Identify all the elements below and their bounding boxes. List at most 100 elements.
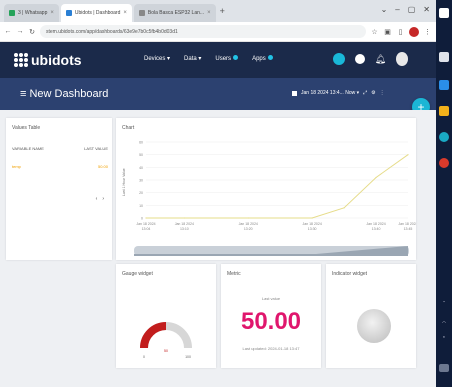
edge-browser-icon[interactable] — [439, 132, 449, 142]
tab-label: 3 | Whatsapp — [18, 10, 48, 16]
ubidots-favicon-icon — [65, 10, 72, 16]
new-tab-icon[interactable]: + — [220, 6, 225, 16]
gauge-widget[interactable]: Gauge widget 0 50 100 — [116, 264, 216, 368]
data-point — [145, 217, 147, 219]
mail-icon[interactable] — [439, 80, 449, 90]
date-range-picker[interactable]: Jan 18 2024 13:4... Now ▾ ⤢ ⚙ ⋮ — [292, 90, 385, 96]
data-point — [183, 217, 185, 219]
y-tick-label: 20 — [139, 191, 143, 195]
prev-page-icon[interactable]: ‹ — [96, 196, 98, 202]
y-tick-label: 30 — [139, 179, 143, 183]
column-last-value: LAST VALUE — [84, 146, 108, 151]
chart-widget[interactable]: Chart Last 1 Hour Value 0 10 20 30 40 50 60 Jan… — [116, 118, 416, 260]
x-tick-label: Jan 18 2024 — [136, 222, 155, 226]
close-tab-icon[interactable]: × — [50, 10, 54, 16]
url-field[interactable]: stem.ubidots.com/app/dashboards/63e9e7b0… — [40, 25, 366, 38]
menu-users[interactable]: Users — [215, 55, 239, 62]
chart-y-label: Last 1 Hour Value — [122, 168, 126, 196]
menu-data[interactable]: Data ▾ — [184, 55, 201, 62]
sidepanel-icon[interactable]: ▯ — [396, 28, 405, 36]
address-bar: ← → ↻ stem.ubidots.com/app/dashboards/63… — [0, 22, 436, 42]
whatsapp-favicon-icon — [9, 10, 15, 16]
volume-icon[interactable]: ◖ — [437, 334, 451, 339]
main-menu: Devices ▾ Data ▾ Users Apps — [144, 55, 273, 62]
browser-tab-bar: 3 | Whatsapp × Ubidots | Dashboard × Bol… — [0, 0, 436, 22]
system-tray-icon[interactable]: ⌃ — [437, 300, 451, 305]
metric-widget[interactable]: Metric Last value 50.00 Last updated: 20… — [221, 264, 321, 368]
calendar-icon — [292, 90, 297, 96]
x-tick-label: Jan 18 2024 — [303, 222, 322, 226]
top-right-icons: 🔔︎ — [332, 52, 408, 66]
x-tick-label: 13:40 — [372, 227, 381, 231]
dashboard-header: ≡ New Dashboard Jan 18 2024 13:4... Now … — [0, 78, 436, 110]
forward-arrow-icon[interactable]: → — [16, 28, 24, 35]
row-value: 50.00 — [97, 164, 108, 169]
gauge-value-label: 50 — [164, 349, 168, 353]
ubidots-logo[interactable]: ubidots — [14, 52, 82, 68]
menu-devices[interactable]: Devices ▾ — [144, 55, 170, 62]
notification-icon[interactable] — [439, 364, 449, 372]
y-tick-label: 60 — [139, 141, 143, 145]
reload-icon[interactable]: ↻ — [28, 28, 36, 36]
windows-start-icon[interactable] — [439, 8, 449, 18]
maximize-icon[interactable]: ▢ — [408, 5, 416, 14]
more-icon[interactable]: ⋮ — [380, 90, 385, 96]
users-badge — [233, 55, 239, 60]
browser-tab-whatsapp[interactable]: 3 | Whatsapp × — [4, 4, 59, 22]
next-page-icon[interactable]: › — [102, 196, 104, 202]
minimize-icon[interactable]: – — [395, 5, 399, 14]
tab-search-icon[interactable]: ⌄ — [381, 5, 388, 14]
table-row[interactable]: temp 50.00 — [12, 164, 108, 169]
menu-apps[interactable]: Apps — [252, 55, 273, 62]
file-icon[interactable] — [439, 52, 449, 62]
browser-tab-esp32[interactable]: Bola Basca ESP32 Lan... × — [133, 4, 216, 22]
data-point — [407, 154, 409, 156]
series-line — [146, 154, 409, 219]
line-chart: Chart Last 1 Hour Value 0 10 20 30 40 50 60 Jan… — [122, 125, 416, 256]
column-variable-name: VARIABLE NAME — [12, 146, 44, 151]
x-tick-label: Jan 18 2024 — [239, 222, 258, 226]
help-icon[interactable] — [332, 53, 345, 65]
back-arrow-icon[interactable]: ← — [4, 28, 12, 35]
window-controls: ⌄ – ▢ ✕ — [381, 5, 430, 14]
data-point — [311, 217, 313, 219]
network-icon[interactable]: ◠ — [437, 320, 451, 325]
tab-label: Ubidots | Dashboard — [74, 10, 121, 16]
x-tick-label: 13:30 — [308, 227, 317, 231]
data-point — [375, 176, 377, 179]
browser-menu-icon[interactable]: ⋮ — [423, 28, 432, 36]
search-icon[interactable] — [354, 54, 365, 64]
indicator-graphic — [357, 309, 391, 343]
site-favicon-icon — [138, 10, 145, 16]
gauge-max-label: 100 — [185, 355, 191, 359]
close-window-icon[interactable]: ✕ — [423, 5, 430, 14]
bookmark-star-icon[interactable]: ☆ — [370, 28, 379, 36]
indicator-widget[interactable]: Indicator widget — [326, 264, 416, 368]
gauge-graphic: 0 50 100 — [140, 322, 192, 359]
extensions-icon[interactable]: ▣ — [383, 28, 392, 36]
values-table-widget[interactable]: Values Table VARIABLE NAME LAST VALUE te… — [6, 118, 112, 260]
dashboard-title[interactable]: ≡ New Dashboard — [20, 88, 108, 100]
x-tick-label: 13:45 — [404, 227, 413, 231]
widget-title: Metric — [227, 271, 241, 277]
folder-icon[interactable] — [439, 106, 449, 116]
close-tab-icon[interactable]: × — [123, 10, 127, 16]
y-tick-label: 10 — [139, 204, 143, 208]
bell-icon[interactable]: 🔔︎ — [375, 54, 386, 65]
widget-title: Values Table — [12, 125, 41, 131]
browser-tab-ubidots[interactable]: Ubidots | Dashboard × — [60, 4, 132, 22]
dashboard-canvas: Values Table VARIABLE NAME LAST VALUE te… — [0, 110, 436, 387]
chrome-browser-icon[interactable] — [439, 158, 449, 168]
x-tick-label: Jan 18 2024 — [366, 222, 385, 226]
logo-text: ubidots — [31, 52, 82, 68]
expand-icon[interactable]: ⤢ — [363, 90, 367, 96]
x-tick-label: Jan 18 2024 — [398, 222, 416, 226]
settings-icon[interactable]: ⚙ — [371, 90, 375, 96]
data-point — [247, 217, 249, 219]
profile-avatar[interactable] — [409, 26, 419, 37]
user-avatar[interactable] — [396, 52, 408, 66]
close-tab-icon[interactable]: × — [207, 10, 211, 16]
y-tick-label: 50 — [139, 153, 143, 157]
os-side-taskbar: ⌃ ◠ ◖ — [436, 0, 452, 387]
tab-label: Bola Basca ESP32 Lan... — [147, 10, 205, 16]
